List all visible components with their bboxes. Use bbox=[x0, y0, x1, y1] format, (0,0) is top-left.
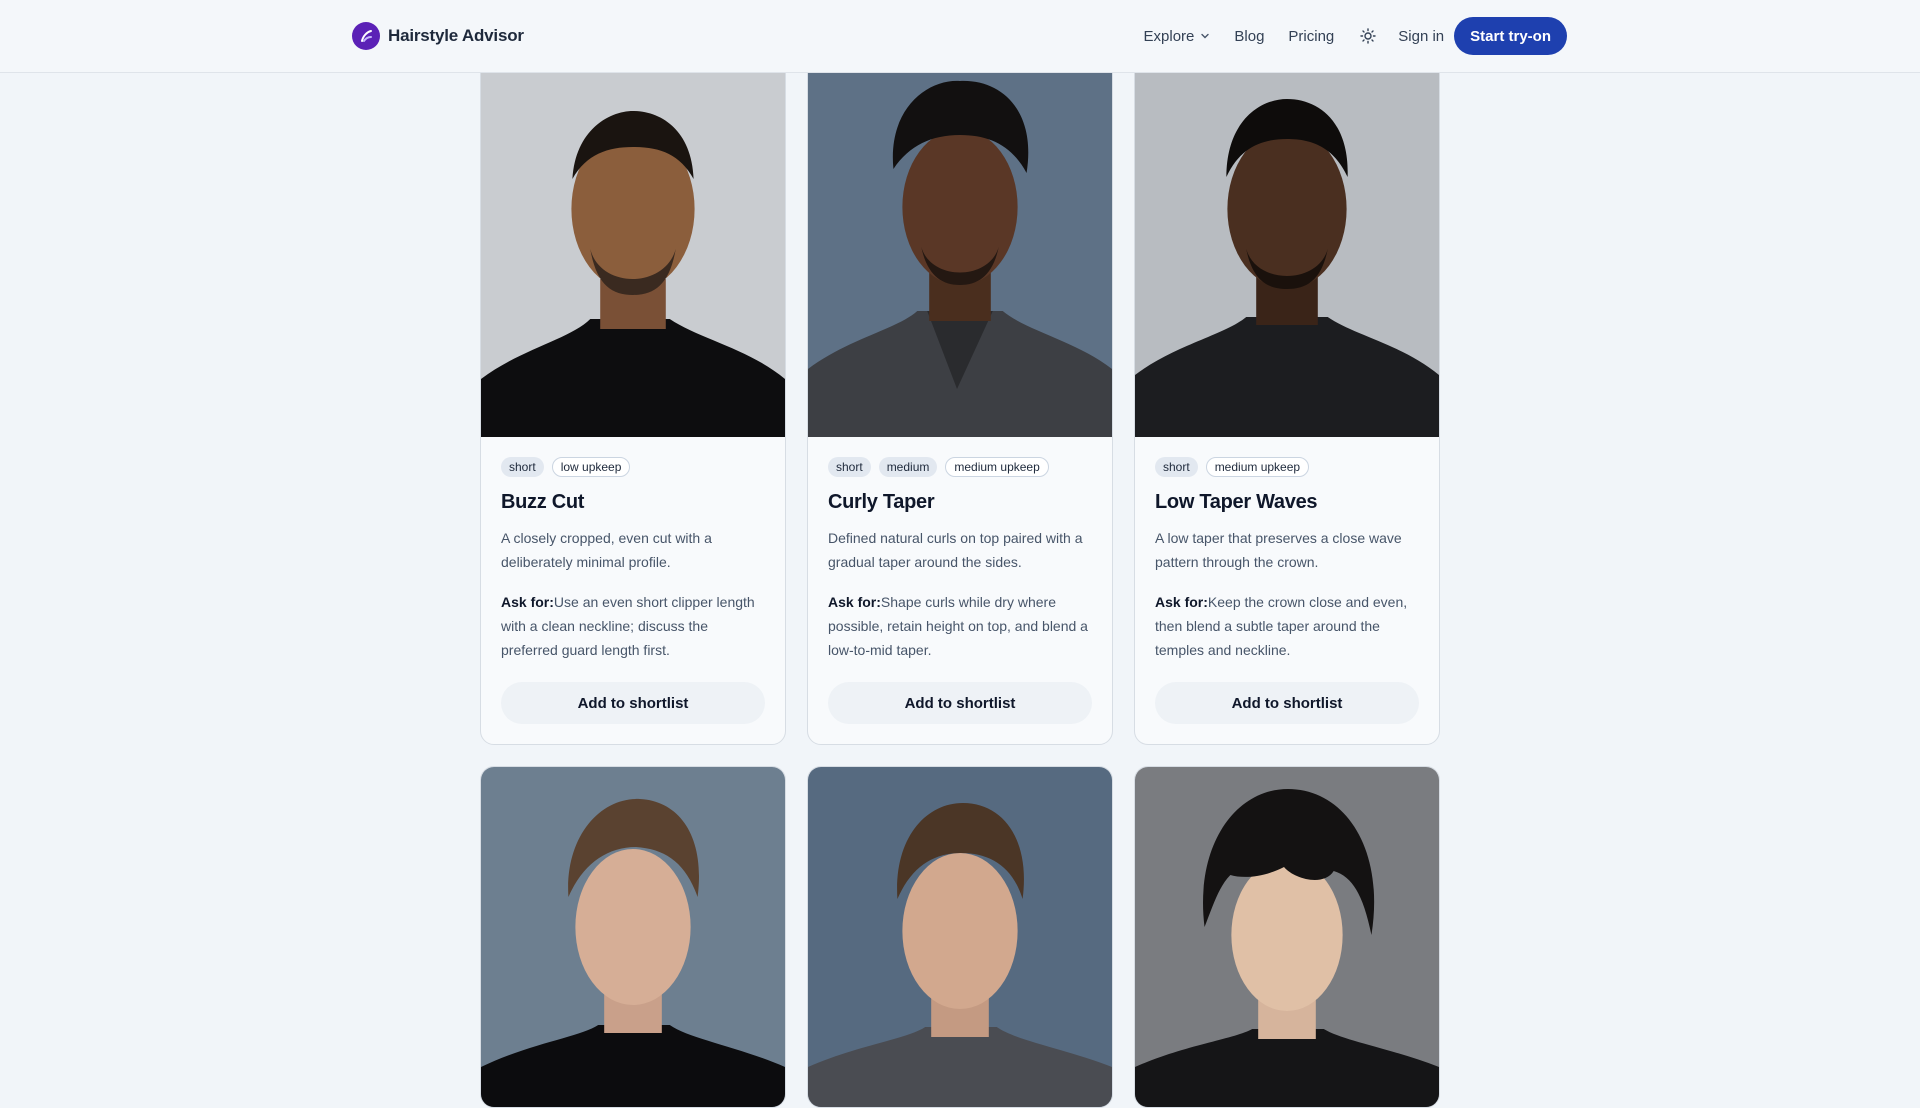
hairstyle-photo bbox=[481, 767, 785, 1107]
ask-for-label: Ask for: bbox=[501, 594, 554, 610]
hairstyle-card bbox=[807, 766, 1113, 1108]
theme-toggle-button[interactable] bbox=[1356, 24, 1380, 48]
tag: short bbox=[828, 457, 871, 477]
tag: short bbox=[501, 457, 544, 477]
chevron-down-icon bbox=[1201, 33, 1210, 39]
hairstyle-card bbox=[1134, 766, 1440, 1108]
ask-for-text: Ask for:Keep the crown close and even, t… bbox=[1155, 590, 1419, 662]
hairstyle-photo bbox=[808, 767, 1112, 1107]
tag: medium bbox=[878, 457, 938, 477]
ask-for-text: Ask for:Shape curls while dry where poss… bbox=[828, 590, 1092, 662]
add-to-shortlist-button[interactable]: Add to shortlist bbox=[828, 682, 1092, 724]
tag: medium upkeep bbox=[945, 457, 1049, 477]
sign-in-link[interactable]: Sign in bbox=[1398, 28, 1444, 45]
add-to-shortlist-button[interactable]: Add to shortlist bbox=[1155, 682, 1419, 724]
tag: medium upkeep bbox=[1205, 457, 1310, 477]
brand-name: Hairstyle Advisor bbox=[388, 26, 524, 45]
tag: short bbox=[1155, 457, 1198, 477]
nav-explore-label: Explore bbox=[1143, 27, 1195, 45]
sun-icon bbox=[1360, 28, 1376, 44]
ask-for-label: Ask for: bbox=[1155, 594, 1208, 610]
hairstyle-card bbox=[480, 766, 786, 1108]
card-title: Curly Taper bbox=[828, 491, 935, 513]
nav-blog[interactable]: Blog bbox=[1234, 28, 1264, 45]
hairstyle-card: short medium medium upkeep Curly Taper D… bbox=[807, 48, 1113, 745]
ask-for-label: Ask for: bbox=[828, 594, 881, 610]
hairstyle-photo bbox=[1135, 767, 1439, 1107]
tag-list: short medium upkeep bbox=[1155, 457, 1419, 477]
tag: low upkeep bbox=[551, 457, 631, 477]
hairstyle-photo bbox=[481, 49, 785, 437]
card-description: A closely cropped, even cut with a delib… bbox=[501, 530, 712, 570]
card-description: A low taper that preserves a close wave … bbox=[1155, 530, 1402, 570]
top-navigation-bar: Hairstyle Advisor Explore Blog Pricing S… bbox=[0, 0, 1920, 73]
main-nav: Explore Blog Pricing Sign in Start try-o… bbox=[1144, 17, 1567, 55]
card-description: Defined natural curls on top paired with… bbox=[828, 530, 1083, 570]
hairstyle-card: short medium upkeep Low Taper Waves A lo… bbox=[1134, 48, 1440, 745]
card-title: Buzz Cut bbox=[501, 491, 585, 513]
brand-logo-icon bbox=[352, 22, 380, 50]
brand[interactable]: Hairstyle Advisor bbox=[352, 21, 524, 51]
ask-for-text: Ask for:Use an even short clipper length… bbox=[501, 590, 765, 662]
hairstyle-grid: short low upkeep Buzz Cut A closely crop… bbox=[480, 48, 1441, 1108]
nav-pricing[interactable]: Pricing bbox=[1288, 28, 1334, 45]
tag-list: short low upkeep bbox=[501, 457, 765, 477]
card-title: Low Taper Waves bbox=[1155, 491, 1318, 513]
add-to-shortlist-button[interactable]: Add to shortlist bbox=[501, 682, 765, 724]
nav-explore[interactable]: Explore bbox=[1144, 28, 1211, 45]
hairstyle-photo bbox=[1135, 49, 1439, 437]
hairstyle-card: short low upkeep Buzz Cut A closely crop… bbox=[480, 48, 786, 745]
hairstyle-photo bbox=[808, 49, 1112, 437]
tag-list: short medium medium upkeep bbox=[828, 457, 1092, 477]
start-try-on-button[interactable]: Start try-on bbox=[1454, 17, 1567, 55]
